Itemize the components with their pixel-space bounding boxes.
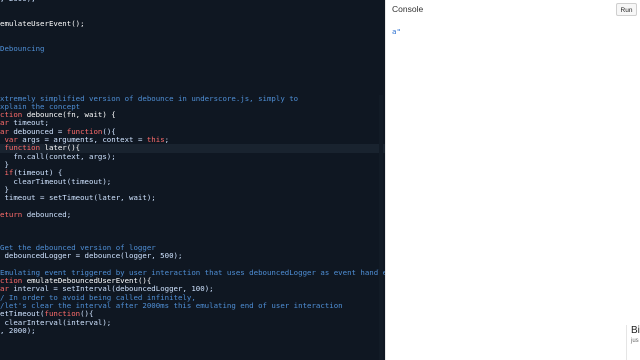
code-line[interactable]: Debouncing xyxy=(0,43,385,53)
code-token: ; xyxy=(164,135,170,145)
notification-toast[interactable]: Bi jus xyxy=(626,325,640,360)
code-line[interactable]: eturn debounced; xyxy=(0,209,385,219)
toast-subtitle: jus xyxy=(631,338,639,344)
code-token: timeout = setTimeout(later, wait); xyxy=(0,193,156,203)
console-title: Console xyxy=(392,4,424,14)
toast-title: Bi xyxy=(631,325,640,336)
code-token: clearTimeout(timeout); xyxy=(0,176,112,186)
code-token: , 2000); xyxy=(0,325,36,335)
code-token: this xyxy=(146,135,165,145)
code-line[interactable]: ction debounce(fn, wait) { xyxy=(0,111,385,119)
code-line[interactable] xyxy=(0,61,385,69)
code-line[interactable]: timeout = setTimeout(later, wait); xyxy=(0,193,385,203)
code-line[interactable] xyxy=(0,3,385,11)
code-line[interactable] xyxy=(0,227,385,235)
code-line[interactable]: debouncedLogger = debounce(logger, 500); xyxy=(0,252,385,260)
run-button[interactable]: Run xyxy=(616,3,637,16)
code-token: eturn xyxy=(0,209,27,219)
code-token: emulateUserEvent(); xyxy=(0,18,85,28)
code-area[interactable]: , 2000);emulateUserEvent();Debouncingxtr… xyxy=(0,0,385,335)
editor-scrollbar[interactable] xyxy=(379,95,383,360)
code-token: debounced; xyxy=(26,209,72,219)
code-line[interactable] xyxy=(0,70,385,78)
code-editor[interactable]: , 2000);emulateUserEvent();Debouncingxtr… xyxy=(0,0,385,360)
code-token: debouncedLogger = debounce(logger, 500); xyxy=(0,251,183,261)
code-line[interactable] xyxy=(0,219,385,227)
code-line[interactable]: emulateUserEvent(); xyxy=(0,18,385,28)
code-line[interactable]: clearInterval(interval); xyxy=(0,318,385,327)
code-line[interactable] xyxy=(0,53,385,61)
console-output: a" xyxy=(392,27,401,36)
console-panel: Console Run a" xyxy=(386,0,640,360)
code-line[interactable] xyxy=(0,78,385,86)
code-line[interactable] xyxy=(0,28,385,36)
code-token: Debouncing xyxy=(0,43,45,53)
code-line[interactable]: clearTimeout(timeout); xyxy=(0,176,385,186)
code-token: fn.call(context, args); xyxy=(0,151,116,161)
code-line[interactable] xyxy=(0,36,385,44)
code-line[interactable]: , 2000); xyxy=(0,325,385,335)
code-line[interactable]: fn.call(context, args); xyxy=(0,151,385,161)
